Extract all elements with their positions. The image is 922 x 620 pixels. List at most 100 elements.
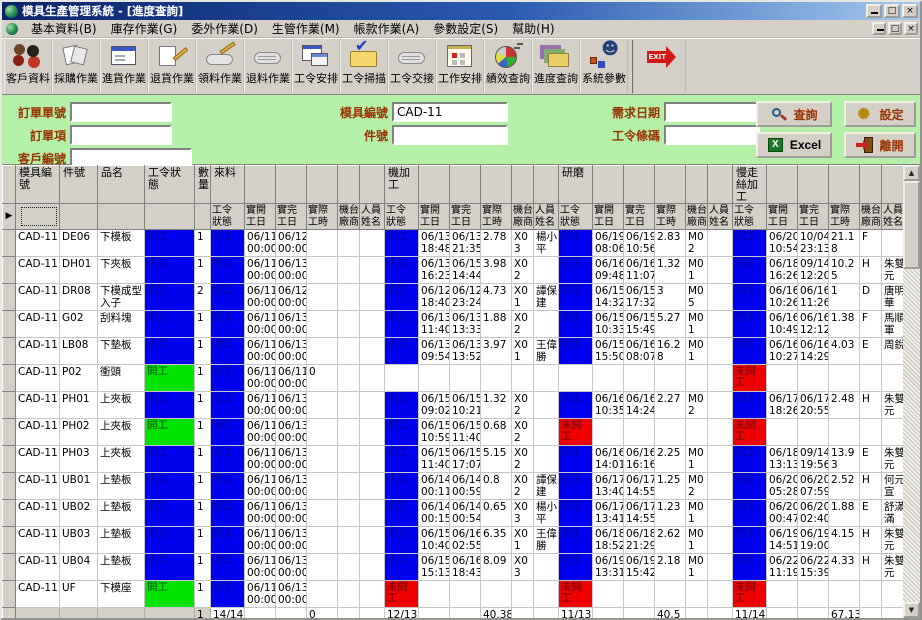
menu-item-0[interactable]: 基本資料(B) [24,19,104,39]
subcolumn-header-實際工時[interactable]: 實際工時 [307,204,338,230]
menu-item-6[interactable]: 幫助(H) [505,19,561,39]
subcolumn-header-工令狀態[interactable]: 工令狀態 [733,204,767,230]
row-selector[interactable] [3,257,16,284]
toolbar-button-採購作業[interactable]: 採購作業 [52,40,100,93]
toolbar-button-退貨作業[interactable]: 退貨作業 [148,40,196,93]
subcolumn-header-工令狀態[interactable]: 工令狀態 [559,204,593,230]
toolbar-button-工令交接[interactable]: 工令交接 [388,40,436,93]
menu-item-5[interactable]: 參數設定(S) [426,19,505,39]
subcolumn-header-機台廠商[interactable]: 機台廠商 [338,204,360,230]
child-window-controls: □ × [872,22,918,35]
subcolumn-header-機台廠商[interactable]: 機台廠商 [860,204,882,230]
maximize-button[interactable]: □ [884,4,900,18]
child-close-button[interactable]: × [904,22,918,35]
column-header-模具編號[interactable]: 模具編號 [16,166,60,204]
menu-item-2[interactable]: 委外作業(D) [184,19,265,39]
child-window-icon[interactable] [6,23,18,35]
column-header-件號[interactable]: 件號 [60,166,98,204]
subcolumn-header-工令狀態[interactable]: 工令狀態 [211,204,245,230]
row-selector[interactable] [3,230,16,257]
hours-cell: 0 [307,365,338,392]
row-selector[interactable] [3,419,16,446]
scroll-thumb[interactable] [903,181,920,269]
toolbar-button-exit[interactable]: EXIT [632,40,686,93]
mold-no-field[interactable] [392,102,508,122]
end-date-cell [624,365,655,392]
start-date-cell [767,581,798,608]
subcolumn-header-實完工日[interactable]: 實完工日 [798,204,829,230]
subcolumn-header-實開工日[interactable]: 實開工日 [593,204,624,230]
subcolumn-header-實完工日[interactable]: 實完工日 [624,204,655,230]
order-item-field[interactable] [70,125,172,145]
child-minimize-button[interactable] [872,22,886,35]
scroll-down-button[interactable]: ▼ [903,602,920,618]
column-header-工令狀態[interactable]: 工令狀態 [145,166,195,204]
subcolumn-header-人員姓名[interactable]: 人員姓名 [360,204,385,230]
group-header-慢走絲加工[interactable]: 慢走絲加工 [733,166,767,204]
due-date-field[interactable] [664,102,760,122]
subcolumn-header-人員姓名[interactable]: 人員姓名 [708,204,733,230]
column-header-數量[interactable]: 數量 [195,166,211,204]
subcolumn-header-實開工日[interactable]: 實開工日 [767,204,798,230]
row-selector[interactable] [3,473,16,500]
group-header-機加工[interactable]: 機加工 [385,166,419,204]
row-selector[interactable] [3,311,16,338]
settings-button[interactable]: ✺設定 [844,101,916,127]
subcolumn-header-實際工時[interactable]: 實際工時 [829,204,860,230]
row-selector[interactable] [3,581,16,608]
subcolumn-header-工令狀態[interactable]: 工令狀態 [385,204,419,230]
toolbar-button-工作安排[interactable]: 工作安排 [436,40,484,93]
toolbar-button-客戶資料[interactable]: 客戶資料 [4,40,52,93]
row-selector[interactable] [3,500,16,527]
part-no-field[interactable] [392,125,508,145]
group-header-來料[interactable]: 來料 [211,166,245,204]
row-selector[interactable] [3,554,16,581]
toolbar-button-退料作業[interactable]: 退料作業 [244,40,292,93]
subcolumn-header-實完工日[interactable]: 實完工日 [450,204,481,230]
column-header-品名[interactable]: 品名 [98,166,145,204]
toolbar-button-工令安排[interactable]: 工令安排 [292,40,340,93]
exit-button[interactable]: 離開 [844,132,916,158]
subcolumn-header-機台廠商[interactable]: 機台廠商 [512,204,534,230]
subcolumn-header-實際工時[interactable]: 實際工時 [481,204,512,230]
hours-cell: 5.15 [481,446,512,473]
menu-items: 基本資料(B)庫存作業(G)委外作業(D)生管作業(M)帳款作業(A)參數設定(… [24,19,562,39]
menu-item-3[interactable]: 生管作業(M) [265,19,347,39]
machine-cell [338,365,360,392]
barcode-field[interactable] [664,125,760,145]
machine-cell [512,581,534,608]
child-restore-button[interactable]: □ [888,22,902,35]
start-date-cell: 06/1100:00 [245,581,276,608]
person-cell [708,230,733,257]
subcolumn-header-實開工日[interactable]: 實開工日 [245,204,276,230]
subcolumn-header-實際工時[interactable]: 實際工時 [655,204,686,230]
scroll-up-button[interactable]: ▲ [903,165,920,181]
toolbar-button-領料作業[interactable]: 領料作業 [196,40,244,93]
toolbar-button-績效查詢[interactable]: 績效查詢 [484,40,532,93]
status-cell: 開工 [145,419,195,446]
toolbar-button-系統參數[interactable]: ☻系統參數 [580,40,628,93]
row-selector[interactable] [3,527,16,554]
order-no-field[interactable] [70,102,172,122]
close-button[interactable]: × [902,4,918,18]
group-header-研磨[interactable]: 研磨 [559,166,593,204]
row-selector[interactable] [3,392,16,419]
subcolumn-header-實完工日[interactable]: 實完工日 [276,204,307,230]
query-button[interactable]: 查詢 [756,101,832,127]
row-selector[interactable] [3,338,16,365]
subcolumn-header-實開工日[interactable]: 實開工日 [419,204,450,230]
row-selector[interactable] [3,365,16,392]
row-selector[interactable] [3,284,16,311]
excel-button[interactable]: XExcel [756,132,832,158]
subcolumn-header-人員姓名[interactable]: 人員姓名 [534,204,559,230]
subcolumn-header-機台廠商[interactable]: 機台廠商 [686,204,708,230]
minimize-button[interactable] [866,4,882,18]
menu-item-1[interactable]: 庫存作業(G) [104,19,185,39]
toolbar-button-進貨作業[interactable]: 進貨作業 [100,40,148,93]
row-selector[interactable] [3,446,16,473]
end-date-cell: 09/1419:56 [798,446,829,473]
part-no-cell: PH02 [60,419,98,446]
toolbar-button-工令掃描[interactable]: ✔工令掃描 [340,40,388,93]
summary-hours: 40.38(95%) [481,608,512,619]
toolbar-button-進度查詢[interactable]: 進度查詢 [532,40,580,93]
